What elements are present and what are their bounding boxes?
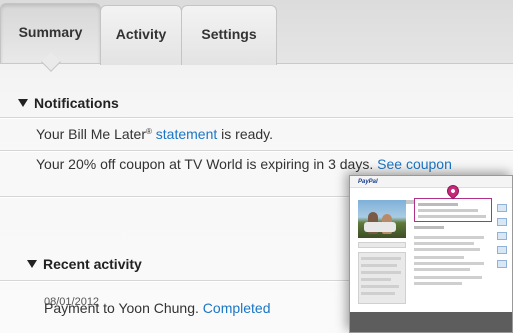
notifications-heading-label: Notifications bbox=[34, 95, 119, 111]
mini-header: PayPal bbox=[350, 176, 512, 188]
mini-footer bbox=[350, 312, 512, 332]
collapse-triangle-icon bbox=[18, 99, 28, 107]
statement-link[interactable]: statement bbox=[156, 126, 217, 142]
see-coupon-link[interactable]: See coupon bbox=[377, 156, 452, 172]
mini-box bbox=[358, 242, 406, 248]
tab-bar: Activity Settings Summary bbox=[0, 0, 513, 65]
mini-photo bbox=[358, 200, 406, 238]
mini-side-icon bbox=[497, 204, 507, 212]
tab-activity-label: Activity bbox=[115, 25, 167, 42]
paypal-summary-screen: Activity Settings Summary Notifications … bbox=[0, 0, 513, 333]
tab-activity[interactable]: Activity bbox=[100, 5, 182, 65]
mini-nav bbox=[358, 191, 496, 204]
divider bbox=[0, 150, 513, 151]
activity-text: Payment to Yoon Chung. bbox=[44, 300, 199, 316]
mini-side-icon bbox=[497, 246, 507, 254]
tab-settings[interactable]: Settings bbox=[181, 5, 277, 65]
notifications-heading[interactable]: Notifications bbox=[18, 95, 119, 111]
page-preview-thumbnail: PayPal bbox=[349, 175, 513, 333]
notification-text: Your Bill Me Later bbox=[36, 126, 146, 142]
mini-side-icon bbox=[497, 218, 507, 226]
activity-item[interactable]: Payment to Yoon Chung. Completed bbox=[44, 300, 271, 316]
recent-activity-heading-label: Recent activity bbox=[43, 256, 142, 272]
notification-text: Your 20% off coupon at TV World is expir… bbox=[36, 156, 374, 172]
notification-item: Your 20% off coupon at TV World is expir… bbox=[36, 156, 452, 172]
divider bbox=[0, 117, 513, 118]
mini-logo: PayPal bbox=[358, 179, 378, 185]
mini-notifications-highlight bbox=[414, 198, 492, 222]
notification-item: Your Bill Me Later® statement is ready. bbox=[36, 126, 273, 142]
mini-side-icon bbox=[497, 260, 507, 268]
collapse-triangle-icon bbox=[27, 260, 37, 268]
notification-text-after: is ready. bbox=[217, 126, 274, 142]
tab-summary-label: Summary bbox=[18, 23, 83, 40]
activity-status-link[interactable]: Completed bbox=[203, 300, 271, 316]
recent-activity-heading[interactable]: Recent activity bbox=[18, 256, 142, 272]
mini-side-icon bbox=[497, 232, 507, 240]
tab-settings-label: Settings bbox=[201, 25, 257, 42]
registered-mark: ® bbox=[145, 127, 152, 136]
